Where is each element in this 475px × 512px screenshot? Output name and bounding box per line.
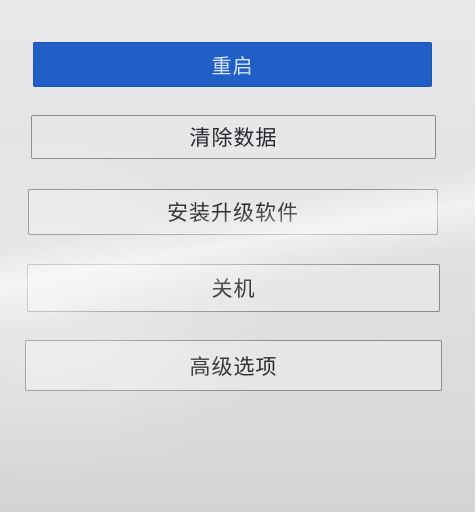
advanced-options-button-label: 高级选项 [189, 354, 278, 379]
advanced-options-button[interactable]: 高级选项 [25, 340, 442, 391]
recovery-menu-screen: 重启 清除数据 安装升级软件 关机 高级选项 [0, 0, 475, 512]
reboot-button-label: 重启 [211, 54, 254, 78]
install-update-button[interactable]: 安装升级软件 [28, 189, 438, 235]
wipe-data-button-label: 清除数据 [189, 126, 278, 150]
install-update-button-label: 安装升级软件 [167, 201, 299, 225]
wipe-data-button[interactable]: 清除数据 [31, 115, 436, 159]
power-off-button[interactable]: 关机 [27, 264, 440, 312]
power-off-button-label: 关机 [211, 277, 256, 301]
reboot-button[interactable]: 重启 [33, 42, 432, 87]
